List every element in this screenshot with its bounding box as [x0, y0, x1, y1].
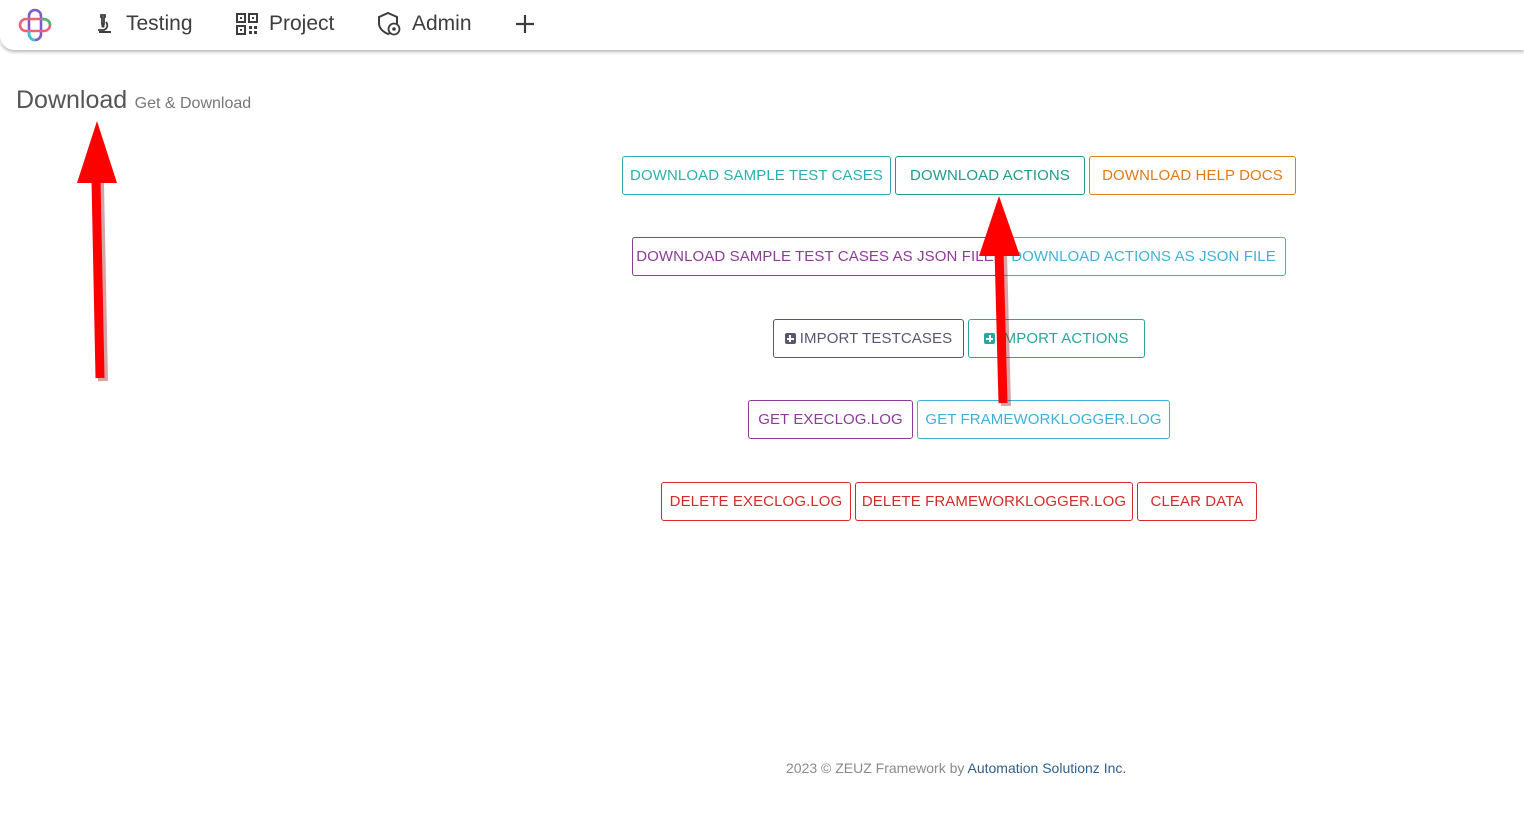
download-sample-json-label: DOWNLOAD SAMPLE TEST CASES AS JSON FILE [636, 248, 994, 265]
get-frameworklogger-label: GET FRAMEWORKLOGGER.LOG [925, 411, 1162, 428]
page-subtitle: Get & Download [134, 95, 252, 112]
annotation-arrow-center [979, 196, 1020, 407]
download-actions-button[interactable]: DOWNLOAD ACTIONS [895, 156, 1085, 195]
download-sample-json-button[interactable]: DOWNLOAD SAMPLE TEST CASES AS JSON FILE [632, 237, 998, 276]
page-title: Download [16, 86, 128, 114]
get-execlog-label: GET EXECLOG.LOG [758, 411, 903, 428]
import-testcases-label: IMPORT TESTCASES [799, 330, 953, 347]
footer-link[interactable]: Automation Solutionz Inc. [968, 760, 1127, 776]
page-heading: Download Get & Download [16, 86, 251, 115]
download-actions-json-label: DOWNLOAD ACTIONS AS JSON FILE [1011, 248, 1276, 265]
zeuz-logo-icon[interactable] [18, 8, 52, 42]
download-actions-label: DOWNLOAD ACTIONS [910, 167, 1070, 184]
plus-icon [516, 15, 534, 33]
microscope-icon [98, 14, 111, 33]
nav-testing[interactable]: Testing [92, 0, 193, 48]
nav-admin-label: Admin [412, 12, 472, 35]
import-testcases-button[interactable]: IMPORT TESTCASES [773, 319, 964, 358]
get-frameworklogger-button[interactable]: GET FRAMEWORKLOGGER.LOG [917, 400, 1170, 439]
import-actions-button[interactable]: IMPORT ACTIONS [968, 319, 1145, 358]
nav-project[interactable]: Project [235, 0, 334, 48]
download-sample-test-cases-button[interactable]: DOWNLOAD SAMPLE TEST CASES [622, 156, 891, 195]
clear-data-label: CLEAR DATA [1150, 493, 1244, 510]
download-actions-json-button[interactable]: DOWNLOAD ACTIONS AS JSON FILE [1001, 237, 1286, 276]
footer-text: 2023 © ZEUZ Framework by [786, 760, 965, 776]
plus-square-icon [784, 333, 796, 344]
top-navbar: Testing Project Admin [0, 0, 1524, 50]
delete-execlog-button[interactable]: DELETE EXECLOG.LOG [661, 482, 851, 521]
nav-admin[interactable]: Admin [376, 0, 472, 48]
delete-execlog-label: DELETE EXECLOG.LOG [669, 493, 843, 510]
nav-testing-label: Testing [126, 12, 193, 35]
footer: 2023 © ZEUZ Framework by Automation Solu… [786, 760, 1126, 776]
download-help-docs-button[interactable]: DOWNLOAD HELP DOCS [1089, 156, 1296, 195]
annotation-arrow-left [77, 121, 117, 382]
plus-square-icon [984, 333, 996, 344]
add-tab-button[interactable] [514, 0, 546, 48]
delete-frameworklogger-button[interactable]: DELETE FRAMEWORKLOGGER.LOG [855, 482, 1133, 521]
shield-gear-icon [378, 11, 401, 36]
qr-grid-icon [236, 13, 258, 35]
clear-data-button[interactable]: CLEAR DATA [1137, 482, 1257, 521]
delete-frameworklogger-label: DELETE FRAMEWORKLOGGER.LOG [861, 493, 1127, 510]
download-sample-test-cases-label: DOWNLOAD SAMPLE TEST CASES [630, 167, 883, 184]
nav-project-label: Project [269, 12, 335, 35]
get-execlog-button[interactable]: GET EXECLOG.LOG [748, 400, 913, 439]
download-help-docs-label: DOWNLOAD HELP DOCS [1102, 167, 1283, 184]
import-actions-label: IMPORT ACTIONS [999, 330, 1129, 347]
